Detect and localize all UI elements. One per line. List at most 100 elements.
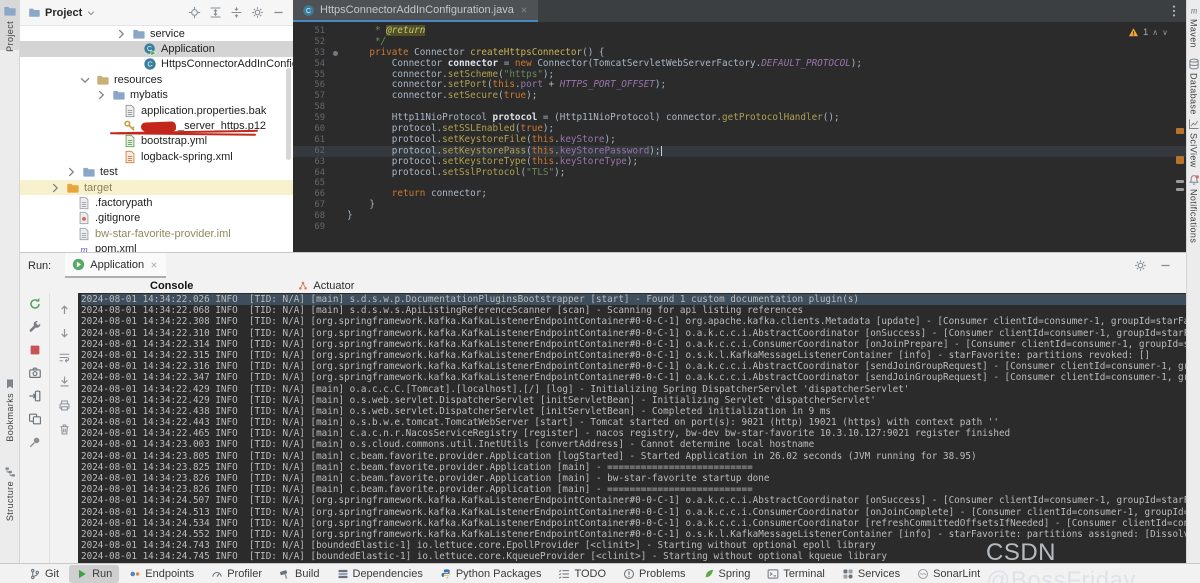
close-icon[interactable] (149, 260, 159, 270)
tree-expand-icon[interactable] (48, 181, 62, 195)
statusbar-item-python-packages[interactable]: Python Packages (433, 565, 549, 583)
tree-expand-icon[interactable] (64, 165, 78, 179)
console-output[interactable]: 2024-08-01 14:34:22.026 INFO [TID: N/A] … (78, 293, 1186, 563)
statusbar-item-dependencies[interactable]: Dependencies (330, 565, 430, 583)
pin-icon[interactable] (28, 435, 42, 449)
prev-problem-icon[interactable]: ∧ (1152, 28, 1158, 37)
tree-expand-icon[interactable] (114, 27, 128, 41)
tree-item-bootstrap-yml[interactable]: bootstrap.yml (20, 134, 293, 149)
statusbar-item-endpoints[interactable]: Endpoints (122, 565, 201, 583)
windows-icon[interactable] (28, 412, 42, 426)
line-number: 57 (314, 91, 325, 102)
minus-icon[interactable] (272, 6, 285, 19)
code-area[interactable]: 51 * @return 52 */53 private Connector cr… (293, 22, 1186, 252)
tree-item-factorypath[interactable]: .factorypath (20, 195, 293, 210)
editor-panel[interactable]: C HttpsConnectorAddInConfiguration.java … (293, 0, 1186, 252)
next-problem-icon[interactable]: ∨ (1162, 28, 1168, 37)
code-line-51: 51 * @return (293, 25, 1186, 37)
deps-icon (337, 568, 349, 580)
scrollend-icon[interactable] (58, 375, 71, 388)
statusbar-item-profiler[interactable]: Profiler (204, 565, 269, 583)
console-log-line: 2024-08-01 14:34:24.534 INFO [TID: N/A] … (81, 517, 1186, 529)
tree-item-label: HttpsConnectorAddInConfiguratio (161, 58, 293, 71)
tab-label: Actuator (313, 279, 355, 292)
camera-icon[interactable] (28, 366, 42, 380)
tree-item-httpsconnectoraddinconfiguratio[interactable]: C HttpsConnectorAddInConfiguratio (20, 57, 293, 72)
tree-item-test[interactable]: test (20, 165, 293, 180)
code-token: protocol. (347, 123, 443, 135)
tool-stripe-sciview[interactable]: SciView (1187, 118, 1200, 168)
print-icon[interactable] (58, 399, 71, 412)
tool-stripe-bookmarks[interactable]: Bookmarks (0, 378, 19, 442)
code-line-67: 67 } (293, 199, 1186, 211)
editor-tab-httpsconnector[interactable]: C HttpsConnectorAddInConfiguration.java (293, 0, 538, 22)
code-token: ); (542, 123, 555, 135)
rerun-icon[interactable] (28, 297, 42, 311)
expall-icon[interactable] (209, 6, 222, 19)
code-token: new (514, 57, 538, 69)
tree-expand-icon[interactable] (78, 73, 92, 87)
tree-item-service[interactable]: service (20, 26, 293, 41)
statusbar-item-spring[interactable]: Spring (696, 565, 758, 583)
gear-icon[interactable] (1134, 259, 1147, 272)
tree-expand-icon[interactable] (94, 88, 108, 102)
statusbar-item-run[interactable]: Run (69, 564, 120, 583)
status-bar: Git Run Endpoints Profiler Build Dependencies… (0, 563, 1200, 583)
statusbar-item-services[interactable]: Services (835, 565, 907, 583)
statusbar-item-problems[interactable]: Problems (616, 565, 692, 583)
svg-text:m: m (80, 245, 88, 252)
wrench-icon[interactable] (28, 320, 42, 334)
up-icon[interactable] (58, 303, 71, 316)
statusbar-label: Endpoints (145, 567, 195, 580)
project-tree-scrollbar[interactable] (286, 68, 291, 160)
tree-item-resources[interactable]: resources (20, 72, 293, 87)
tool-stripe-project[interactable]: Project (0, 0, 20, 52)
trash-icon[interactable] (58, 423, 71, 436)
code-token: } (347, 210, 353, 222)
close-icon[interactable] (519, 5, 529, 15)
gear-icon[interactable] (251, 6, 264, 19)
tree-item-mybatis[interactable]: mybatis (20, 88, 293, 103)
project-panel-header: Project (20, 0, 293, 26)
tab-actuator[interactable]: Actuator (297, 280, 354, 292)
tree-item-gitignore[interactable]: .gitignore (20, 211, 293, 226)
code-token: keyStore (559, 133, 605, 145)
tool-stripe-database[interactable]: Database (1187, 58, 1200, 115)
stop-icon[interactable] (28, 343, 42, 357)
tree-item-server-https-p12[interactable]: _server_https.p12 (20, 118, 293, 136)
importx-icon[interactable] (28, 389, 42, 403)
line-number: 62 (314, 145, 325, 156)
chevron-down-icon[interactable] (86, 8, 96, 18)
locate-icon[interactable] (188, 6, 201, 19)
code-token: ); (604, 133, 616, 145)
inspections-widget[interactable]: 1 ∧ ∨ (1128, 27, 1168, 38)
tree-item-target[interactable]: target (20, 179, 293, 196)
code-token: = (498, 57, 515, 69)
softwrap-icon[interactable] (58, 351, 71, 364)
code-token: createHttpsConnector (470, 46, 583, 58)
code-token: "TLS" (526, 166, 555, 178)
yml-icon (123, 134, 137, 148)
tree-item-application[interactable]: C Application (20, 41, 293, 57)
editor-options-icon[interactable] (1167, 4, 1181, 18)
tree-item-application-properties-bak[interactable]: application.properties.bak (20, 103, 293, 118)
statusbar-item-terminal[interactable]: Terminal (760, 565, 832, 583)
run-panel-header: Run: Application (20, 253, 1186, 278)
tree-item-logback-spring-xml[interactable]: logback-spring.xml (20, 149, 293, 164)
statusbar-item-git[interactable]: Git (22, 565, 66, 583)
tool-stripe-notifications[interactable]: Notifications (1187, 174, 1200, 243)
statusbar-item-build[interactable]: Build (272, 565, 326, 583)
statusbar-item-todo[interactable]: TODO (551, 565, 613, 583)
code-token: = (Http11NioProtocol) connector. (537, 112, 723, 124)
collall-icon[interactable] (230, 6, 243, 19)
tree-item-bw-star-favorite-provider-iml[interactable]: bw-star-favorite-provider.iml (20, 226, 293, 241)
statusbar-item-sonarlint[interactable]: SonarLint (910, 565, 987, 583)
tab-console[interactable]: Console (150, 280, 193, 292)
minus-icon[interactable] (1159, 259, 1172, 272)
tree-item-pom-xml[interactable]: m pom.xml (20, 241, 293, 252)
run-config-tab-application[interactable]: Application (65, 253, 167, 278)
scrollbar-stripe-mark (1176, 180, 1184, 183)
tool-stripe-maven[interactable]: m Maven (1187, 4, 1200, 48)
tool-stripe-structure[interactable]: Structure (0, 466, 19, 521)
down-icon[interactable] (58, 327, 71, 340)
